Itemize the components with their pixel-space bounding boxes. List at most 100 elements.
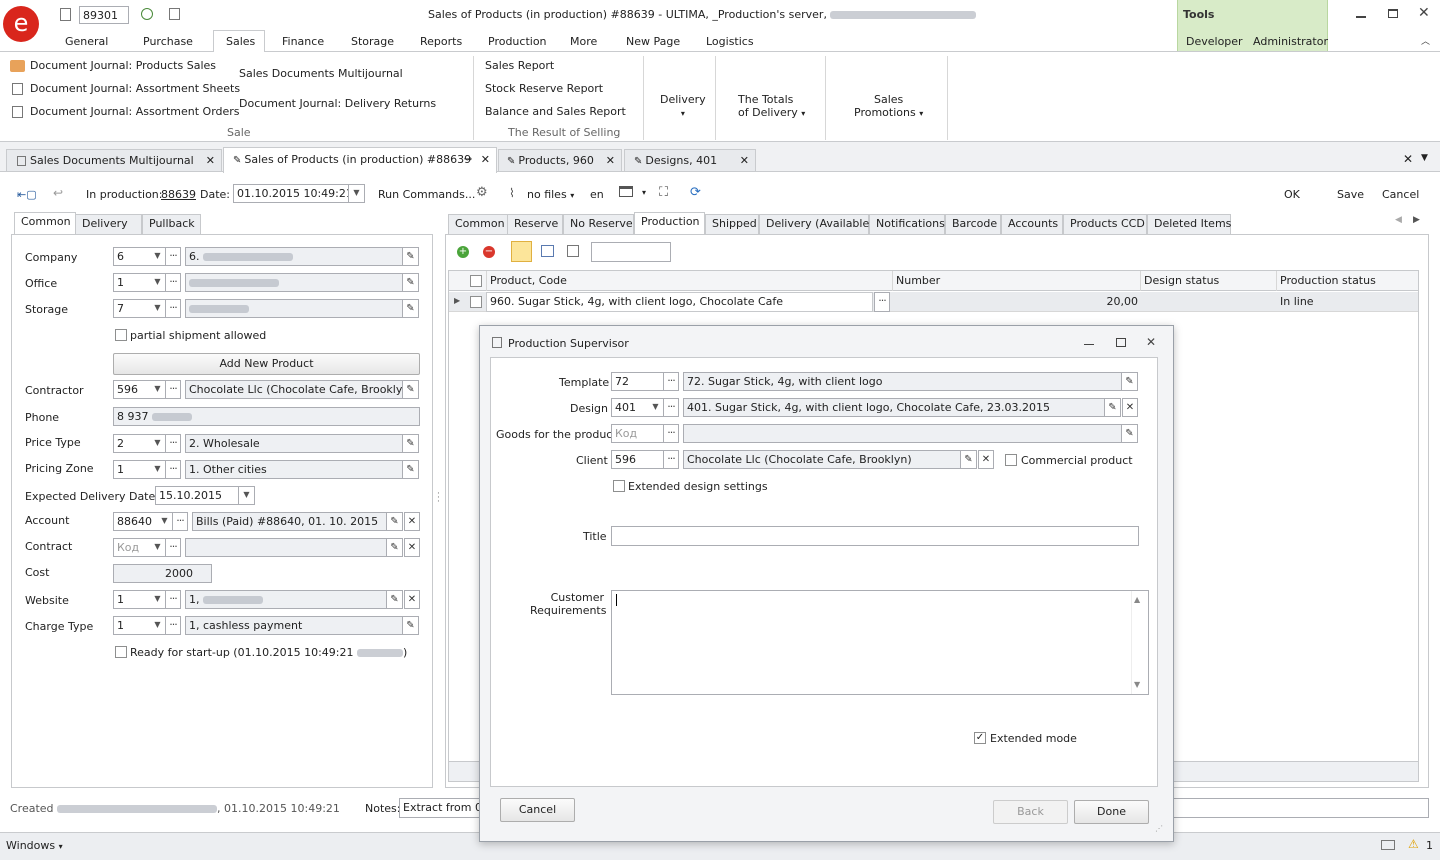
account-code-input[interactable]: 88640 — [113, 512, 158, 531]
ribbon-delivery-returns[interactable]: Document Journal: Delivery Returns — [239, 97, 436, 110]
client-browse-button[interactable]: ··· — [663, 450, 679, 469]
journal-icon[interactable] — [169, 8, 180, 20]
company-code-input[interactable]: 6 — [113, 247, 151, 266]
price-type-edit-button[interactable]: ✎ — [403, 434, 419, 453]
doc-tab-designs[interactable]: ✎ Designs, 401 ✕ — [624, 149, 756, 172]
contract-name-input[interactable] — [185, 538, 387, 557]
minimize-icon[interactable] — [1356, 8, 1366, 18]
goods-code-input[interactable]: Код — [611, 424, 664, 443]
storage-browse-button[interactable]: ··· — [165, 299, 181, 318]
website-browse-button[interactable]: ··· — [165, 590, 181, 609]
website-code-input[interactable]: 1 — [113, 590, 151, 609]
right-tab-deleted-items[interactable]: Deleted Items — [1147, 214, 1231, 234]
company-dropdown[interactable]: ▼ — [150, 247, 166, 266]
contract-browse-button[interactable]: ··· — [165, 538, 181, 557]
office-name-input[interactable] — [185, 273, 403, 292]
design-browse-button[interactable]: ··· — [663, 398, 679, 417]
add-row-icon[interactable]: + — [457, 246, 469, 258]
menu-finance[interactable]: Finance — [282, 35, 324, 48]
price-type-code-input[interactable]: 2 — [113, 434, 151, 453]
ribbon-journal-products-sales[interactable]: Document Journal: Products Sales — [30, 59, 216, 72]
add-new-product-button[interactable]: Add New Product — [113, 353, 420, 375]
column-production-status[interactable]: Production status — [1277, 271, 1418, 291]
clock-icon[interactable] — [141, 8, 153, 20]
contractor-dropdown[interactable]: ▼ — [150, 380, 166, 399]
resize-grip-icon[interactable]: ⋰ — [1155, 824, 1163, 833]
cancel-button[interactable]: Cancel — [1382, 188, 1419, 201]
goods-browse-button[interactable]: ··· — [663, 424, 679, 443]
price-type-dropdown[interactable]: ▼ — [150, 434, 166, 453]
ribbon-journal-assortment-sheets[interactable]: Document Journal: Assortment Sheets — [30, 82, 240, 95]
ribbon-delivery[interactable]: Delivery ▾ — [660, 93, 706, 119]
select-all-checkbox[interactable] — [470, 275, 482, 287]
columns-icon[interactable] — [567, 245, 579, 257]
website-clear-button[interactable]: ✕ — [404, 590, 420, 609]
dialog-minimize-icon[interactable] — [1084, 339, 1094, 345]
cost-spin[interactable] — [196, 564, 212, 583]
ribbon-totals-of-delivery[interactable]: The Totals of Delivery ▾ — [738, 93, 805, 120]
tabs-scroll-right-icon[interactable]: ▶ — [1413, 215, 1420, 225]
dialog-done-button[interactable]: Done — [1074, 800, 1149, 824]
left-tab-common[interactable]: Common — [14, 212, 76, 234]
website-name-input[interactable]: 1, — [185, 590, 387, 609]
column-design-status[interactable]: Design status — [1141, 271, 1277, 291]
website-edit-button[interactable]: ✎ — [387, 590, 403, 609]
language-selector[interactable]: en — [590, 188, 604, 201]
charge-type-dropdown[interactable]: ▼ — [150, 616, 166, 635]
in-production-link[interactable]: 88639 — [161, 188, 196, 201]
menu-sales[interactable]: Sales — [226, 35, 255, 48]
menu-reports[interactable]: Reports — [420, 35, 462, 48]
company-name-input[interactable]: 6. — [185, 247, 403, 266]
charge-type-name-input[interactable]: 1, cashless payment — [185, 616, 403, 635]
close-all-icon[interactable]: ✕ — [1403, 152, 1413, 166]
date-dropdown[interactable]: ▼ — [349, 184, 365, 203]
partial-shipment-checkbox[interactable] — [115, 329, 127, 341]
doc-tab-sales-products[interactable]: ✎ Sales of Products (in production) #8863… — [223, 147, 497, 173]
expected-delivery-input[interactable]: 15.10.2015 — [155, 486, 239, 505]
close-icon[interactable]: ✕ — [1418, 5, 1430, 21]
ribbon-sales-promotions[interactable]: Sales Promotions ▾ — [854, 93, 923, 120]
menu-more[interactable]: More — [570, 35, 597, 48]
doc-number-input[interactable]: 89301 — [79, 6, 129, 24]
ribbon-sales-report[interactable]: Sales Report — [485, 59, 554, 72]
files-dropdown[interactable]: no files ▾ — [527, 188, 574, 201]
back-arrow-icon[interactable]: ↩ — [53, 186, 63, 200]
row-product-browse-button[interactable]: ··· — [874, 292, 890, 312]
storage-edit-button[interactable]: ✎ — [403, 299, 419, 318]
right-tab-accounts[interactable]: Accounts — [1001, 214, 1063, 234]
office-browse-button[interactable]: ··· — [165, 273, 181, 292]
account-name-input[interactable]: Bills (Paid) #88640, 01. 10. 2015 — [192, 512, 387, 531]
ready-startup-checkbox[interactable] — [115, 646, 127, 658]
gears-icon[interactable]: ⚙ — [476, 185, 488, 200]
menu-logistics[interactable]: Logistics — [706, 35, 754, 48]
column-product-code[interactable]: Product, Code — [486, 271, 893, 291]
design-code-input[interactable]: 401 — [611, 398, 649, 417]
pricing-zone-browse-button[interactable]: ··· — [165, 460, 181, 479]
right-tab-notifications[interactable]: Notifications — [869, 214, 945, 234]
client-name-input[interactable]: Chocolate Llc (Chocolate Cafe, Brooklyn) — [683, 450, 961, 469]
right-tab-barcode[interactable]: Barcode — [945, 214, 1001, 234]
price-type-browse-button[interactable]: ··· — [165, 434, 181, 453]
right-tab-no-reserve[interactable]: No Reserve — [563, 214, 634, 234]
client-edit-button[interactable]: ✎ — [961, 450, 977, 469]
scroll-down-icon[interactable]: ▼ — [1134, 680, 1140, 689]
website-dropdown[interactable]: ▼ — [150, 590, 166, 609]
template-code-input[interactable]: 72 — [611, 372, 664, 391]
close-tab-icon[interactable]: ✕ — [740, 150, 749, 171]
right-tab-common[interactable]: Common — [448, 214, 508, 234]
dialog-maximize-icon[interactable] — [1116, 338, 1126, 347]
account-dropdown[interactable]: ▼ — [157, 512, 173, 531]
menu-purchase[interactable]: Purchase — [143, 35, 193, 48]
right-tab-reserve[interactable]: Reserve — [507, 214, 563, 234]
pricing-zone-code-input[interactable]: 1 — [113, 460, 151, 479]
pricing-zone-edit-button[interactable]: ✎ — [403, 460, 419, 479]
menu-storage[interactable]: Storage — [351, 35, 394, 48]
run-commands-button[interactable]: Run Commands... — [378, 188, 475, 201]
office-dropdown[interactable]: ▼ — [150, 273, 166, 292]
grid-search-input[interactable] — [591, 242, 671, 262]
title-input[interactable] — [611, 526, 1139, 546]
document-icon[interactable] — [60, 8, 71, 21]
panel-toggle-icon[interactable]: ⇤▢ — [17, 188, 37, 201]
ribbon-journal-assortment-orders[interactable]: Document Journal: Assortment Orders — [30, 105, 240, 118]
price-type-name-input[interactable]: 2. Wholesale — [185, 434, 403, 453]
